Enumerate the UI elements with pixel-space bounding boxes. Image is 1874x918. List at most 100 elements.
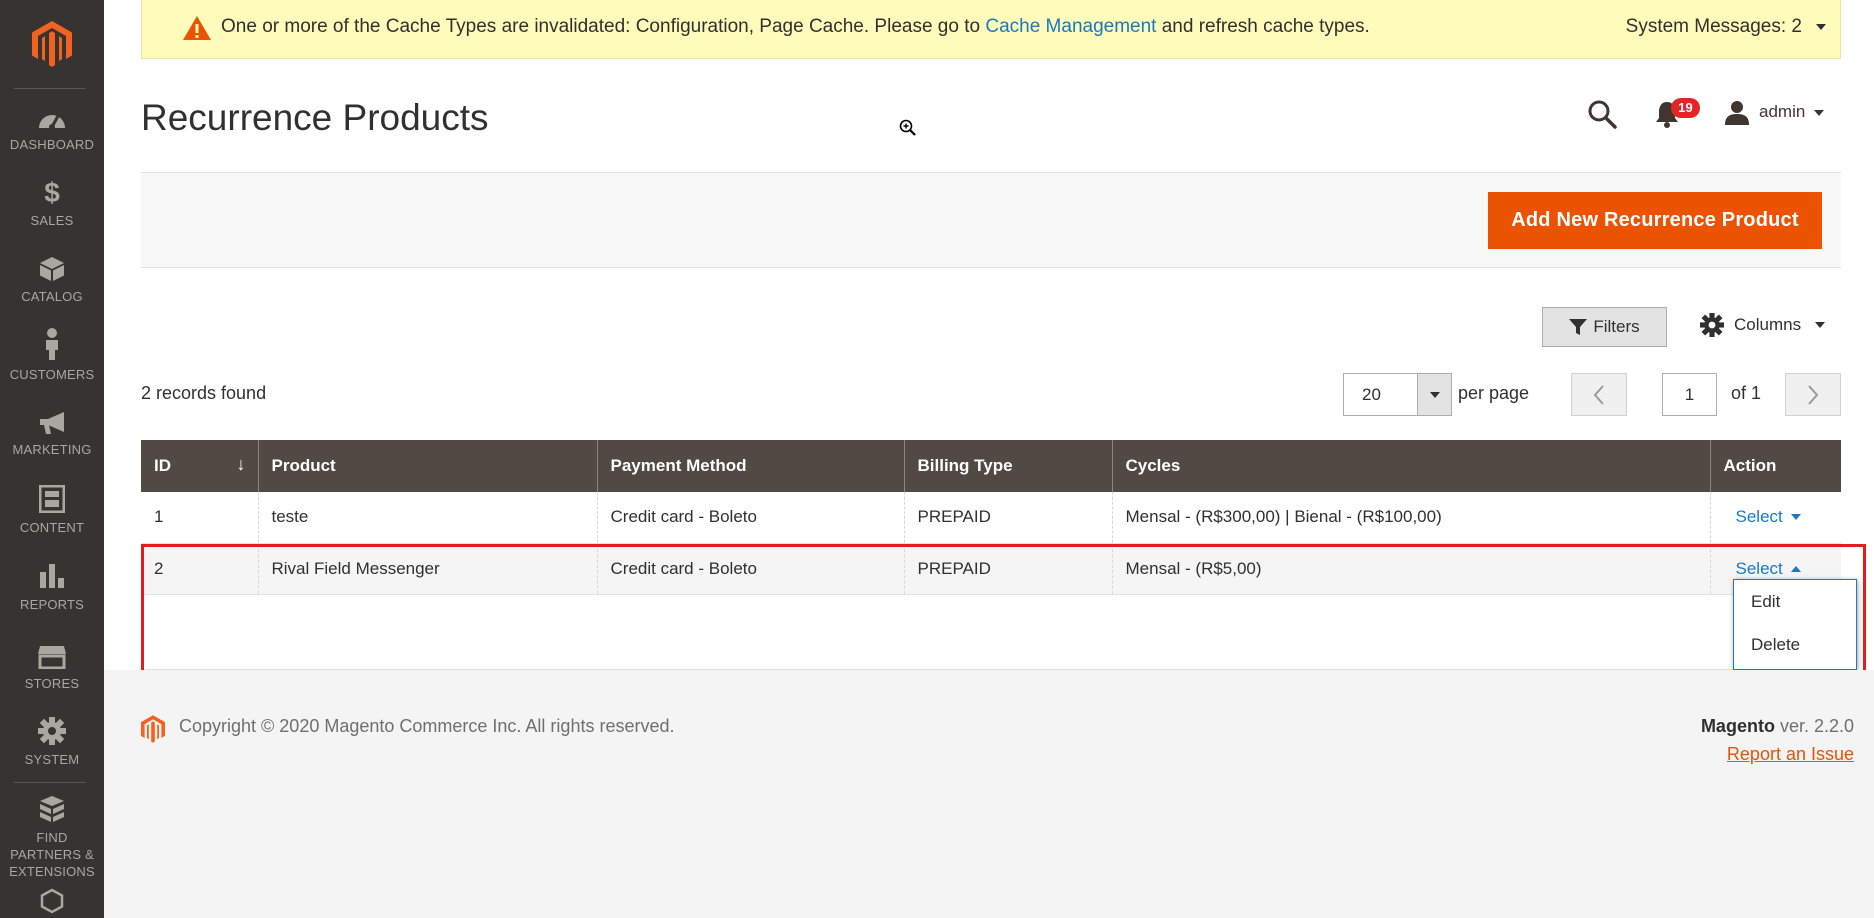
column-header-label: Billing Type	[917, 456, 1013, 475]
sidebar-item-label: Sales	[30, 213, 74, 228]
sidebar-divider	[14, 782, 86, 783]
table-header-row: ID ↓ Product Payment Method Billing Type …	[141, 440, 1841, 492]
sidebar-item-label: Stores	[24, 676, 80, 691]
sidebar-item-label: Customers	[9, 367, 95, 382]
per-page-toggle[interactable]	[1417, 373, 1452, 416]
add-new-recurrence-product-button[interactable]: Add New Recurrence Product	[1488, 192, 1822, 249]
search-icon[interactable]	[1587, 99, 1617, 129]
filters-label: Filters	[1593, 317, 1640, 336]
row-action-select[interactable]: Select	[1736, 507, 1801, 527]
columns-label: Columns	[1734, 315, 1802, 334]
filters-button[interactable]: Filters	[1542, 307, 1667, 347]
column-header-cycles[interactable]: Cycles	[1111, 440, 1710, 492]
version-number: ver. 2.2.0	[1774, 716, 1854, 736]
copyright-text: Copyright © 2020 Magento Commerce Inc. A…	[179, 716, 675, 736]
sidebar-item-reports[interactable]: Reports	[0, 562, 104, 638]
sidebar-item-label: Dashboard	[9, 137, 95, 152]
filter-icon	[1569, 319, 1588, 335]
sidebar-item-catalog[interactable]: Catalog	[0, 256, 104, 332]
action-menu-delete[interactable]: Delete	[1734, 623, 1856, 666]
svg-text:$: $	[44, 178, 60, 206]
chevron-left-icon	[1593, 384, 1604, 405]
row-action-menu: Edit Delete	[1733, 579, 1857, 670]
column-header-product[interactable]: Product	[257, 440, 597, 492]
sidebar-item-label: Find Partners & Extensions	[9, 830, 95, 879]
sidebar-item-marketing[interactable]: Marketing	[0, 411, 104, 487]
user-icon[interactable]	[1724, 100, 1750, 126]
cell-payment-method: Credit card - Boleto	[596, 543, 904, 595]
system-message-text: One or more of the Cache Types are inval…	[221, 16, 1370, 38]
chevron-down-icon[interactable]	[1816, 24, 1826, 30]
columns-button[interactable]: Columns	[1700, 313, 1826, 337]
grid-empty-area	[141, 595, 1841, 670]
select-label: Select	[1735, 507, 1783, 527]
cell-payment-method: Credit card - Boleto	[596, 492, 904, 544]
admin-user-menu[interactable]: admin	[1759, 102, 1805, 122]
page-footer	[104, 670, 1874, 918]
sidebar-divider	[14, 88, 86, 89]
cell-cycles: Mensal - (R$5,00)	[1111, 543, 1710, 595]
total-pages-label: of 1	[1731, 383, 1762, 403]
sidebar-item-customers[interactable]: Customers	[0, 328, 104, 404]
sidebar-item-label: Catalog	[21, 289, 83, 304]
sidebar-item-label: System	[24, 752, 80, 767]
person-icon	[46, 328, 58, 360]
sidebar-item-content[interactable]: Content	[0, 485, 104, 561]
notification-count-badge[interactable]: 19	[1671, 98, 1700, 118]
cell-id: 1	[141, 492, 258, 544]
sidebar-item-label: Marketing	[12, 442, 92, 457]
report-issue-link[interactable]: Report an Issue	[1727, 744, 1854, 765]
chevron-up-icon	[1790, 565, 1801, 572]
cell-product: teste	[257, 492, 597, 544]
boxes-icon	[40, 796, 64, 822]
chevron-down-icon	[1815, 322, 1826, 328]
current-page-input[interactable]: 1	[1662, 373, 1717, 416]
magento-logo-icon	[32, 21, 72, 67]
previous-page-button[interactable]	[1571, 373, 1627, 416]
admin-sidebar: Dashboard $ Sales Catalog Customers Mark…	[0, 0, 104, 918]
column-header-id[interactable]: ID ↓	[141, 440, 258, 492]
system-message-bar: One or more of the Cache Types are inval…	[141, 0, 1841, 59]
column-header-label: Product	[271, 456, 336, 475]
cell-product: Rival Field Messenger	[257, 543, 597, 595]
column-header-billing-type[interactable]: Billing Type	[903, 440, 1112, 492]
cache-management-link[interactable]: Cache Management	[985, 16, 1156, 37]
cell-billing-type: PREPAID	[903, 543, 1112, 595]
cell-cycles: Mensal - (R$300,00) | Bienal - (R$100,00…	[1111, 492, 1710, 544]
column-header-label: Payment Method	[610, 456, 747, 475]
chevron-down-icon[interactable]	[1814, 110, 1824, 116]
magento-logo[interactable]	[0, 0, 104, 88]
next-page-button[interactable]	[1785, 373, 1841, 416]
store-icon	[38, 646, 66, 669]
per-page-select[interactable]: 20	[1343, 373, 1418, 416]
megaphone-icon	[40, 412, 64, 434]
sidebar-item-sales[interactable]: $ Sales	[0, 178, 104, 254]
warning-icon	[183, 16, 211, 40]
sort-descending-icon: ↓	[236, 454, 246, 474]
magento-footer-logo-icon	[141, 715, 165, 743]
sidebar-item-partners[interactable]: Find Partners & Extensions	[0, 795, 104, 885]
column-header-label: ID	[154, 456, 171, 475]
layout-icon	[39, 485, 65, 513]
chevron-down-icon	[1429, 391, 1440, 398]
action-menu-edit[interactable]: Edit	[1734, 580, 1856, 623]
dashboard-icon	[39, 115, 65, 130]
table-row[interactable]: 1 teste Credit card - Boleto PREPAID Men…	[141, 492, 1841, 544]
hexagon-icon	[40, 888, 64, 914]
sidebar-item-label: Content	[19, 520, 85, 535]
sidebar-item-stores[interactable]: Stores	[0, 645, 104, 721]
column-header-payment-method[interactable]: Payment Method	[596, 440, 904, 492]
version-text: Magento ver. 2.2.0	[1701, 716, 1854, 737]
per-page-label: per page	[1458, 383, 1530, 403]
zoom-cursor-icon	[899, 119, 916, 136]
gear-icon	[38, 717, 66, 745]
row-action-select[interactable]: Select	[1736, 559, 1801, 579]
cell-id: 2	[141, 543, 258, 595]
cell-billing-type: PREPAID	[903, 492, 1112, 544]
sidebar-item-more[interactable]	[0, 888, 104, 918]
table-row[interactable]: 2 Rival Field Messenger Credit card - Bo…	[141, 543, 1841, 595]
chevron-down-icon	[1790, 514, 1801, 521]
sidebar-item-label: Reports	[19, 597, 84, 612]
sidebar-item-dashboard[interactable]: Dashboard	[0, 108, 104, 184]
system-messages-count[interactable]: System Messages: 2	[1626, 16, 1802, 38]
